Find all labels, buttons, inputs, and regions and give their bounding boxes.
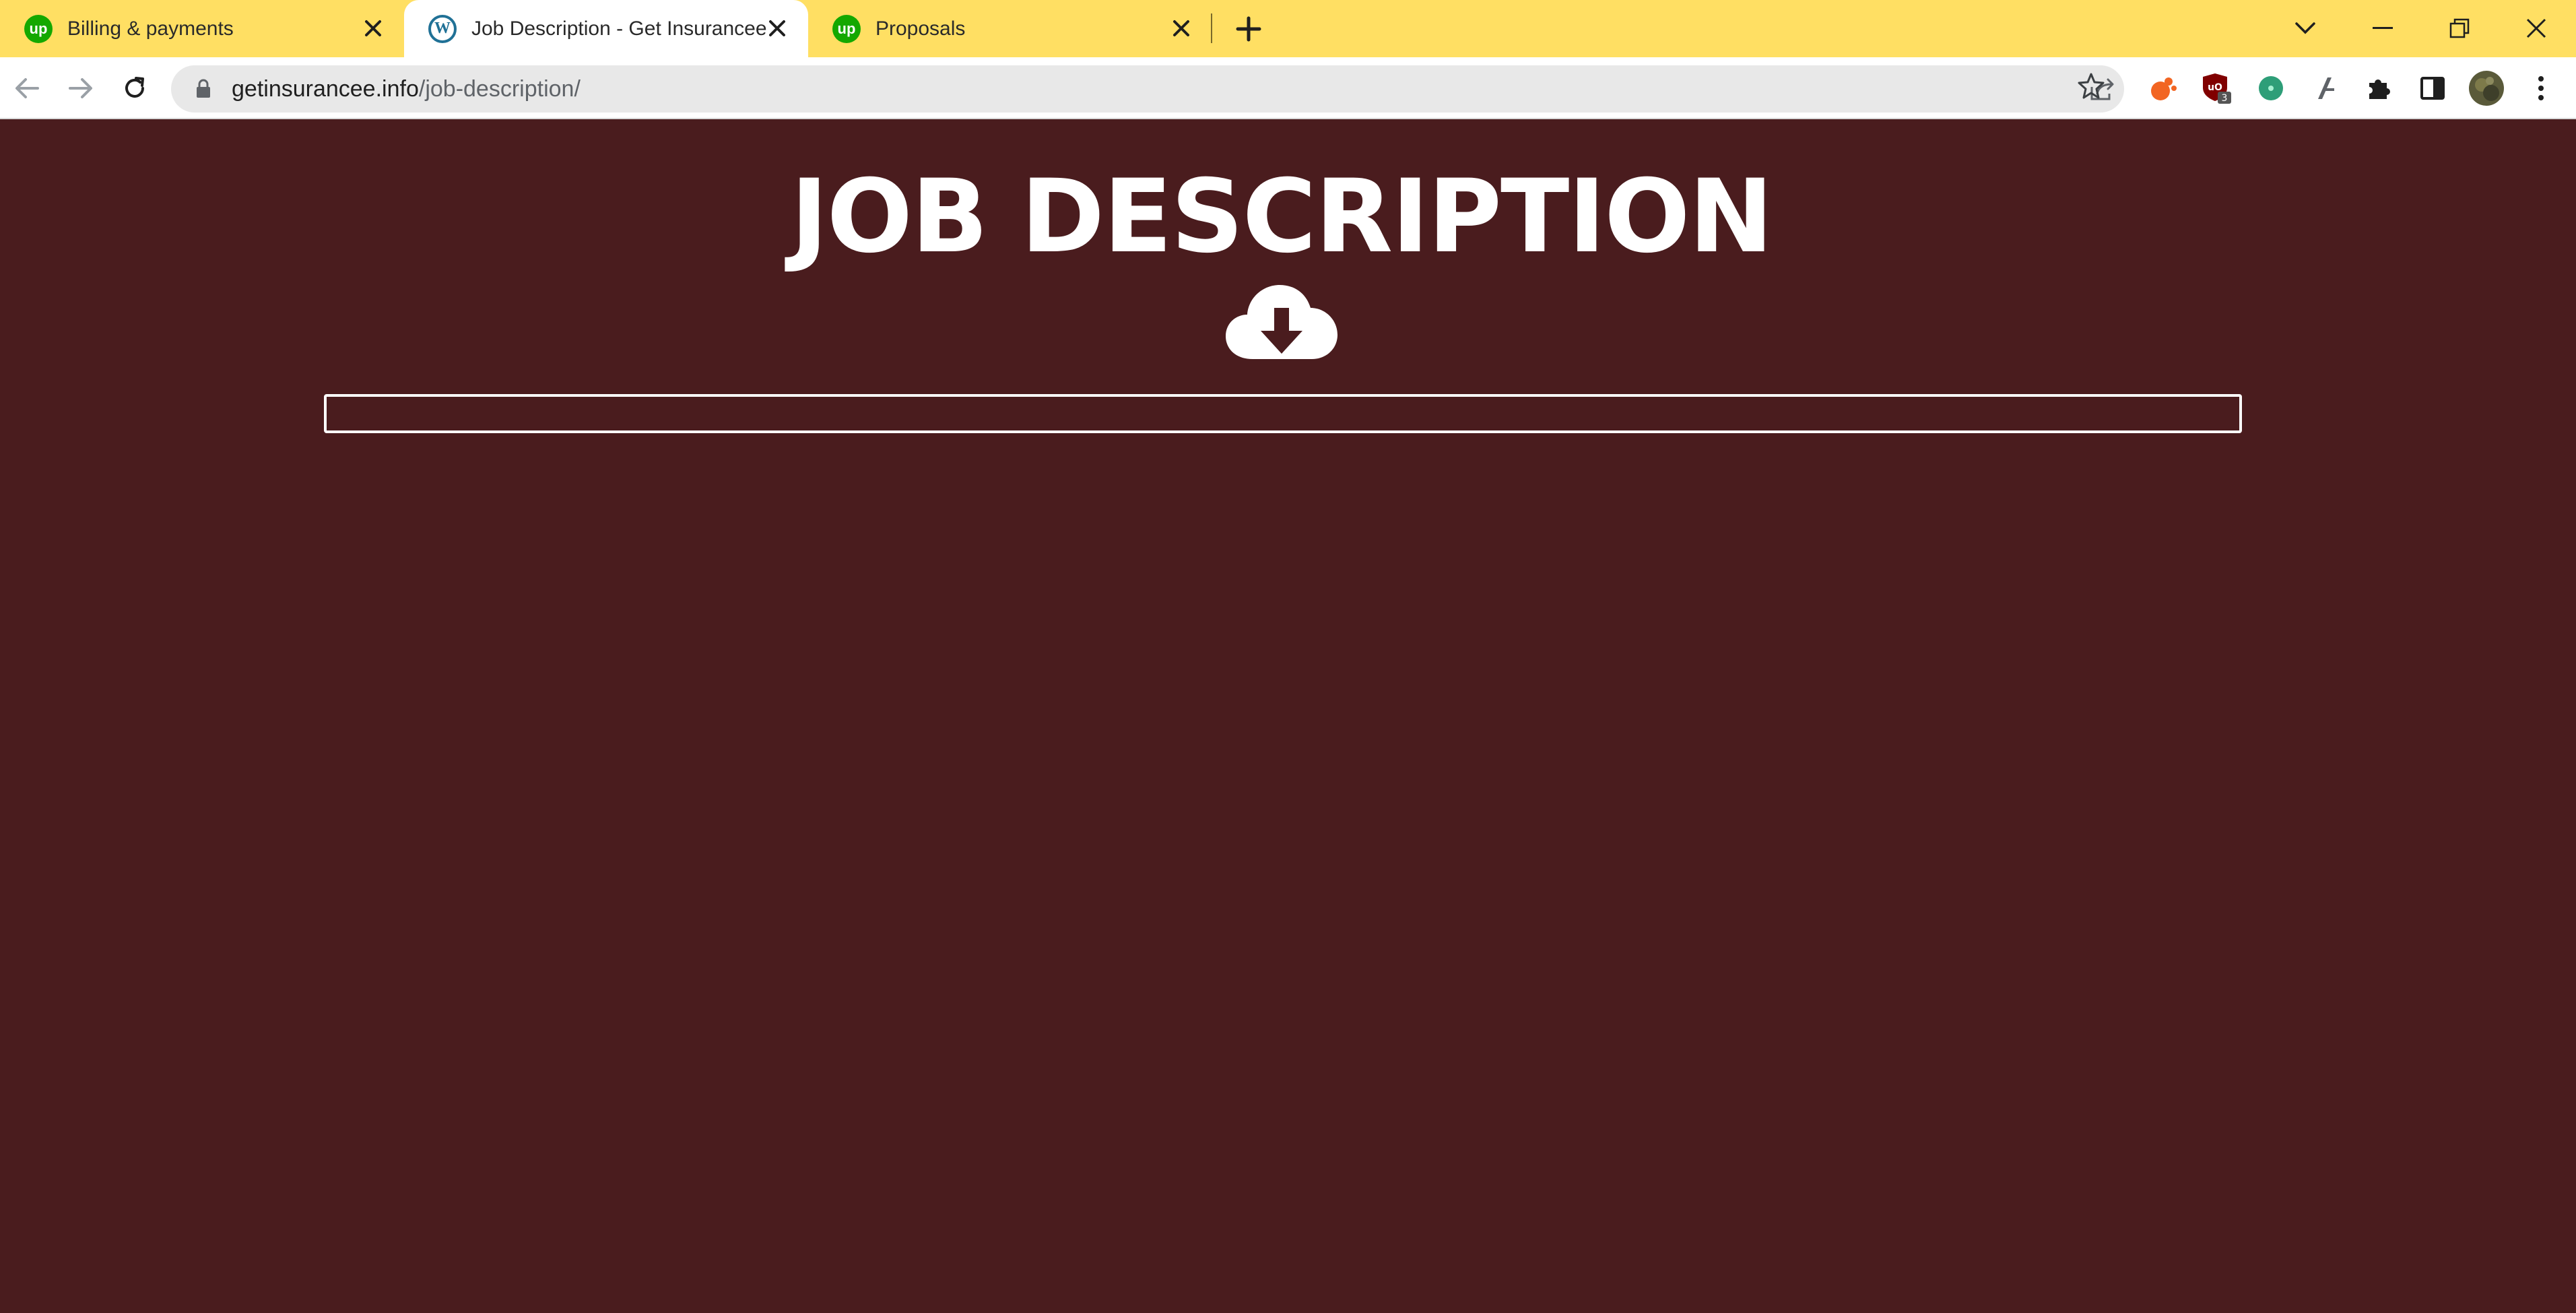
address-bar[interactable]: getinsurancee.info/job-description/ <box>171 65 2124 113</box>
url-host: getinsurancee.info <box>232 75 419 102</box>
arrow-left-icon <box>15 78 39 98</box>
tab-search-button[interactable] <box>2285 8 2325 49</box>
ublock-icon[interactable]: uO 3 <box>2200 71 2234 105</box>
page-title: JOB DESCRIPTION <box>790 158 1773 276</box>
tab-proposals[interactable]: up Proposals <box>808 0 1212 57</box>
plus-icon <box>1236 16 1261 42</box>
tab-title: Proposals <box>876 17 966 40</box>
back-button[interactable] <box>9 71 44 106</box>
tab-title: Job Description - Get Insurancee <box>471 17 767 40</box>
url-path: /job-description/ <box>418 75 581 102</box>
tab-strip: up Billing & payments W Job Description … <box>0 0 2576 57</box>
more-vertical-icon <box>2538 76 2544 100</box>
tab-title: Billing & payments <box>67 17 234 40</box>
tab-job-description[interactable]: W Job Description - Get Insurancee <box>404 0 808 57</box>
forward-button[interactable] <box>63 71 98 106</box>
extension-teal-icon[interactable] <box>2254 71 2288 105</box>
cloud-download-icon[interactable] <box>1226 281 1337 362</box>
svg-text:uO: uO <box>2208 82 2222 93</box>
upwork-icon: up <box>832 14 861 43</box>
close-icon[interactable] <box>360 15 387 42</box>
new-tab-button[interactable] <box>1233 13 1264 44</box>
url-text[interactable]: getinsurancee.info/job-description/ <box>232 76 581 102</box>
minimize-button[interactable] <box>2363 8 2403 49</box>
reload-button[interactable] <box>117 71 152 106</box>
reload-icon <box>125 77 144 98</box>
avatar[interactable] <box>2468 69 2505 107</box>
restore-button[interactable] <box>2439 8 2480 49</box>
arrow-right-icon <box>69 78 92 98</box>
close-window-button[interactable] <box>2516 8 2556 49</box>
puzzle-icon[interactable] <box>2362 71 2396 105</box>
restore-icon <box>2449 18 2470 38</box>
wordpress-icon: W <box>428 14 457 43</box>
close-icon <box>2526 18 2546 38</box>
tab-separator <box>1211 13 1212 43</box>
chevron-down-icon <box>2295 22 2315 34</box>
job-description-input[interactable] <box>324 394 2242 433</box>
close-icon[interactable] <box>764 15 791 42</box>
svg-text:3: 3 <box>2222 93 2228 104</box>
extension-orange-icon[interactable] <box>2146 71 2180 105</box>
browser-toolbar: getinsurancee.info/job-description/ <box>0 57 2576 119</box>
close-icon[interactable] <box>1168 15 1195 42</box>
minimize-icon <box>2373 27 2393 29</box>
bookmark-star-icon[interactable] <box>2076 71 2106 100</box>
extension-grey-icon[interactable] <box>2308 71 2342 105</box>
side-panel-icon[interactable] <box>2416 71 2449 105</box>
lock-icon[interactable] <box>191 77 216 101</box>
upwork-icon: up <box>24 14 53 43</box>
chrome-menu-button[interactable] <box>2524 71 2558 105</box>
tab-billing-payments[interactable]: up Billing & payments <box>0 0 404 57</box>
